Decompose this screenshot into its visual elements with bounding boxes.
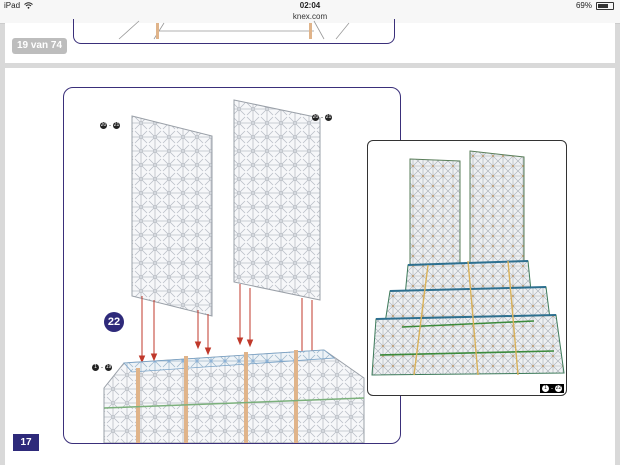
part-ref-icon: 19 xyxy=(105,364,112,371)
base-range-label: 1 - 19 xyxy=(92,364,112,371)
battery-level xyxy=(598,3,608,8)
status-right: 69% xyxy=(576,1,614,10)
part-ref-icon: 20 xyxy=(312,114,319,121)
status-bar: iPad 02:04 69% xyxy=(0,0,620,12)
panel-left-range-label: 20 - 21 xyxy=(100,122,120,129)
page-number-badge: 17 xyxy=(13,434,39,451)
overview-illustration-frame: 1 - 22 xyxy=(367,140,567,396)
part-ref-icon: 22 xyxy=(555,385,562,392)
step-number-badge: 22 xyxy=(104,312,124,332)
previous-page-frame xyxy=(73,19,395,44)
part-ref-icon: 21 xyxy=(113,122,120,129)
panel-right-range-label: 20 - 21 xyxy=(312,114,332,121)
part-ref-icon: 21 xyxy=(325,114,332,121)
step-illustration-frame: 20 - 21 20 - 21 1 - 19 xyxy=(63,87,401,444)
part-ref-icon: 20 xyxy=(100,122,107,129)
overview-illustration xyxy=(371,150,565,376)
step-illustration xyxy=(103,99,365,443)
previous-page-model-illustration xyxy=(118,20,350,40)
part-ref-icon: 1 xyxy=(92,364,99,371)
previous-page xyxy=(5,19,615,63)
battery-percent: 69% xyxy=(575,1,592,10)
part-ref-icon: 1 xyxy=(542,385,549,392)
instruction-page: 20 - 21 20 - 21 1 - 19 22 1 - 22 17 xyxy=(5,68,615,465)
page-indicator: 19 van 74 xyxy=(12,38,67,54)
overview-range-label: 1 - 22 xyxy=(540,384,564,393)
status-time: 02:04 xyxy=(299,1,321,10)
battery-icon xyxy=(596,1,614,10)
